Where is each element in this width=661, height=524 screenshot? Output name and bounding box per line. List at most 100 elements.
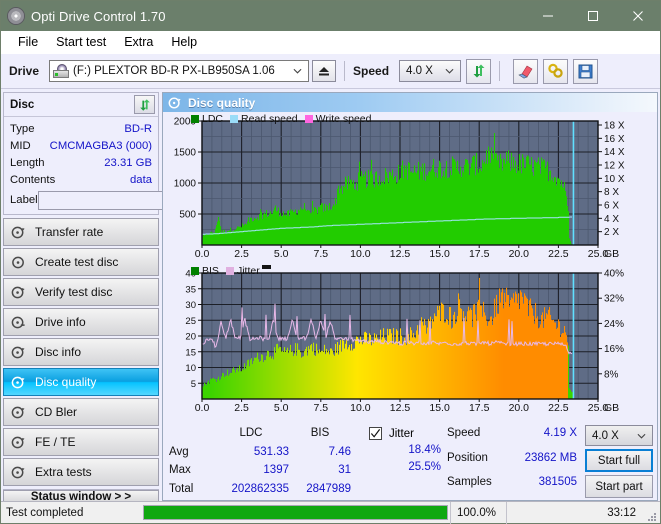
sidebar-item-fe-te[interactable]: FE / TE xyxy=(3,428,159,456)
app-window: Opti Drive Control 1.70 File Start test … xyxy=(0,0,661,524)
sidebar-item-label: Transfer rate xyxy=(35,225,104,239)
disc-info-icon xyxy=(10,344,26,360)
speed-stats: Speed 4.19 X Position 23862 MB Samples 3… xyxy=(447,425,577,498)
stats-max-ldc: 1397 xyxy=(263,464,289,476)
speed-select[interactable]: 4.0 X xyxy=(399,60,462,82)
svg-text:10 X: 10 X xyxy=(604,174,625,185)
menu-extra[interactable]: Extra xyxy=(115,33,162,51)
menu-start-test[interactable]: Start test xyxy=(47,33,115,51)
disc-burn-icon xyxy=(10,254,26,270)
svg-text:17.5: 17.5 xyxy=(469,248,490,260)
sidebar-item-extra-tests[interactable]: Extra tests xyxy=(3,458,159,486)
drive-select-value: (F:) PLEXTOR BD-R PX-LB950SA 1.06 xyxy=(73,65,275,77)
toolbar-divider-2 xyxy=(499,61,501,81)
disc-properties: Type BD-R MID CMCMAGBA3 (000) Length 23.… xyxy=(4,117,242,214)
svg-text:7.5: 7.5 xyxy=(313,248,328,260)
disc-type-value: BD-R xyxy=(124,122,152,135)
sidebar-item-disc-quality[interactable]: Disc quality xyxy=(3,368,159,396)
sidebar-item-verify-test-disc[interactable]: Verify test disc xyxy=(3,278,159,306)
content-panel: Disc quality LDC Read speed Write speed … xyxy=(162,92,658,501)
test-speed-select[interactable]: 4.0 X xyxy=(585,425,653,446)
sidebar-item-transfer-rate[interactable]: Transfer rate xyxy=(3,218,159,246)
svg-text:15.0: 15.0 xyxy=(429,402,450,414)
window-controls xyxy=(525,1,660,31)
svg-text:40%: 40% xyxy=(604,269,624,280)
stats-corner xyxy=(169,425,213,442)
legend-swatch-write-speed xyxy=(304,115,313,123)
drive-select[interactable]: (F:) PLEXTOR BD-R PX-LB950SA 1.06 xyxy=(49,60,310,82)
disc-length-label: Length xyxy=(10,156,45,169)
close-icon[interactable] xyxy=(615,1,660,31)
test-actions: 4.0 X Start full Start part xyxy=(585,425,653,498)
chevron-down-icon xyxy=(293,68,302,74)
svg-text:22.5: 22.5 xyxy=(548,248,569,260)
sidebar-item-create-test-disc[interactable]: Create test disc xyxy=(3,248,159,276)
svg-text:16 X: 16 X xyxy=(604,134,625,145)
app-disc-icon xyxy=(7,7,25,25)
jitter-max-value: 25.5% xyxy=(408,461,441,473)
svg-text:12 X: 12 X xyxy=(604,161,625,172)
menu-help[interactable]: Help xyxy=(162,33,206,51)
disc-length-value: 23.31 GB xyxy=(104,156,152,169)
legend-swatch-read-speed xyxy=(230,115,239,123)
disc-label-label: Label xyxy=(10,194,38,206)
ldc-plot[interactable]: 2000 1500 1000 500 18 X 16 X 14 X 12 X 10 X8 X6 … xyxy=(163,113,657,263)
elapsed-time: 33:12 xyxy=(506,501,646,524)
disc-row-mid: MID CMCMAGBA3 (000) xyxy=(10,137,152,154)
disc-quality-icon xyxy=(168,96,182,110)
sidebar-item-label: Drive info xyxy=(35,315,86,329)
bis-chart-legend: BIS Jitter xyxy=(191,265,278,277)
svg-text:0.0: 0.0 xyxy=(195,402,210,414)
bis-plot[interactable]: 40353025201510540%32%24%16%8%0.02.55.07.… xyxy=(163,265,657,417)
eraser-icon xyxy=(517,65,532,79)
status-bar: Test completed 100.0% 33:12 xyxy=(1,501,660,524)
drive-label: Drive xyxy=(9,64,40,78)
svg-text:20.0: 20.0 xyxy=(509,402,530,414)
erase-button[interactable] xyxy=(513,58,539,84)
stats-row-max-label: Max xyxy=(169,464,191,476)
content-title: Disc quality xyxy=(188,95,256,110)
legend-swatch-bis xyxy=(191,267,199,275)
sidebar: Disc Type BD-R MID CMCMAGBA3 (000) Lengt… xyxy=(3,92,242,501)
sidebar-item-label: Disc info xyxy=(35,345,82,359)
minimize-icon[interactable] xyxy=(525,1,570,31)
maximize-icon[interactable] xyxy=(570,1,615,31)
legend-marker-icon xyxy=(261,265,271,269)
svg-text:10.0: 10.0 xyxy=(350,248,371,260)
stats-row-total-label: Total xyxy=(169,482,194,495)
samples-stat-value: 381505 xyxy=(538,476,577,489)
jitter-avg-value: 18.4% xyxy=(408,444,441,456)
start-full-button[interactable]: Start full xyxy=(585,449,653,472)
menu-file[interactable]: File xyxy=(9,33,47,51)
sidebar-item-disc-info[interactable]: Disc info xyxy=(3,338,159,366)
svg-text:5: 5 xyxy=(191,379,196,390)
sidebar-item-cd-bler[interactable]: CD Bler xyxy=(3,398,159,426)
eject-button[interactable] xyxy=(312,60,337,82)
legend-label-jitter: Jitter xyxy=(236,265,260,277)
resize-grip-icon[interactable] xyxy=(646,511,658,523)
status-window-button[interactable]: Status window > > xyxy=(3,490,159,501)
disc-speed-icon xyxy=(10,224,26,240)
progress-percent: 100.0% xyxy=(450,501,506,524)
svg-text:2.5: 2.5 xyxy=(234,402,249,414)
save-button[interactable] xyxy=(573,58,599,84)
eject-icon xyxy=(319,67,330,76)
sidebar-item-label: FE / TE xyxy=(35,435,76,449)
sidebar-item-drive-info[interactable]: Drive info xyxy=(3,308,159,336)
refresh-icon xyxy=(473,64,485,78)
legend-label-bis: BIS xyxy=(202,265,219,277)
jitter-checkbox[interactable] xyxy=(369,427,382,440)
legend-label-ldc: LDC xyxy=(202,113,224,125)
start-part-button[interactable]: Start part xyxy=(585,475,653,498)
tools-button[interactable] xyxy=(543,58,569,84)
refresh-button[interactable] xyxy=(466,58,492,84)
disc-refresh-button[interactable] xyxy=(134,95,155,114)
legend-item-ldc: LDC xyxy=(191,113,223,125)
jitter-toggle-row: Jitter xyxy=(369,425,441,442)
stats-table: LDC BIS Avg 531.33 7.46 Max 1397 31 Tota… xyxy=(169,425,351,498)
stats-avg-ldc: 531.33 xyxy=(253,445,289,458)
speed-stat-label: Speed xyxy=(447,427,481,439)
tools-icon xyxy=(547,63,563,78)
title-bar: Opti Drive Control 1.70 xyxy=(1,1,660,31)
main-area: Disc Type BD-R MID CMCMAGBA3 (000) Lengt… xyxy=(1,89,660,501)
